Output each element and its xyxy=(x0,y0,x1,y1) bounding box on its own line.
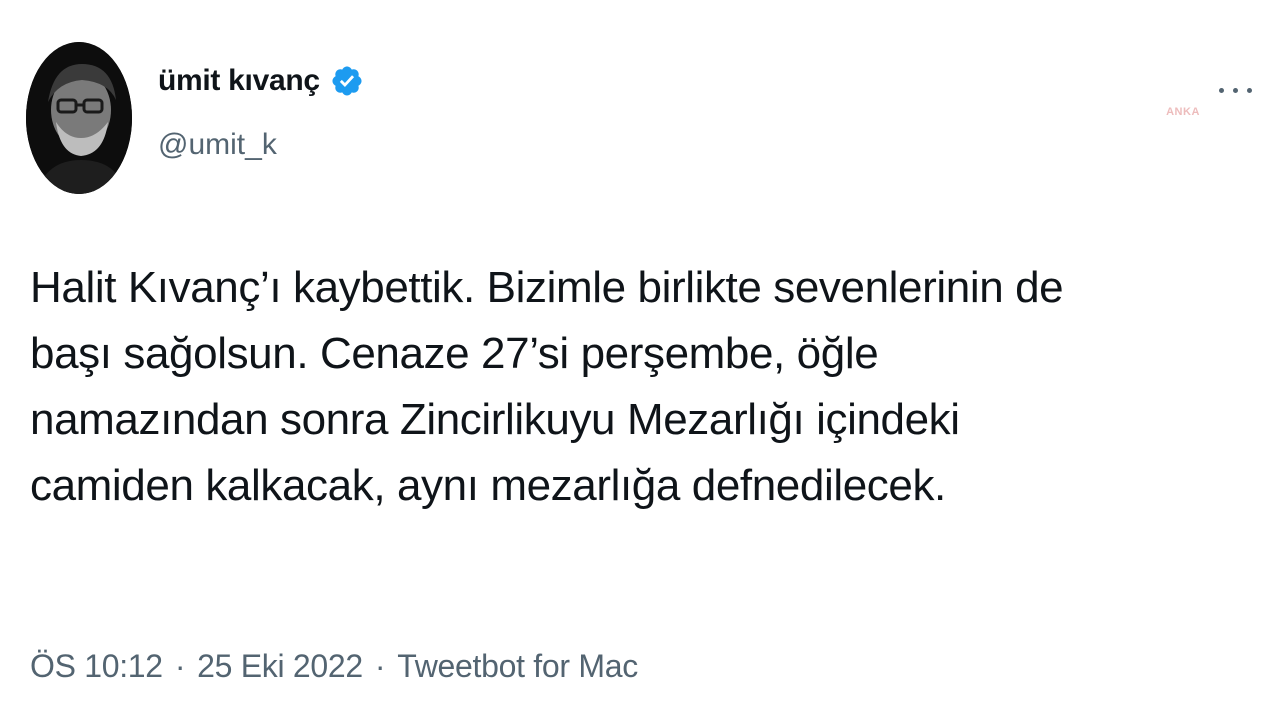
meta-separator: · xyxy=(174,648,186,684)
avatar[interactable] xyxy=(26,42,132,194)
more-dot xyxy=(1218,87,1224,93)
tweet-time[interactable]: ÖS 10:12 xyxy=(30,648,163,685)
meta-separator: · xyxy=(374,648,386,684)
more-dot xyxy=(1246,87,1252,93)
author-display-name[interactable]: ümit kıvanç xyxy=(158,64,320,98)
author-name-row: ümit kıvanç xyxy=(158,64,364,98)
tweet-text: Halit Kıvanç’ı kaybettik. Bizimle birlik… xyxy=(30,263,1064,510)
tweet-date[interactable]: 25 Eki 2022 xyxy=(197,648,363,685)
tweet-source[interactable]: Tweetbot for Mac xyxy=(397,648,638,685)
tweet-meta: ÖS 10:12 · 25 Eki 2022 · Tweetbot for Ma… xyxy=(30,648,638,685)
tweet-card: ümit kıvanç @umit_k ANKA Halit Kıvanç’ı … xyxy=(0,0,1280,720)
watermark-logo: ANKA xyxy=(1155,104,1211,122)
svg-text:ANKA: ANKA xyxy=(1166,106,1200,118)
more-options-icon[interactable] xyxy=(1205,82,1265,98)
verified-badge-icon xyxy=(330,64,364,98)
more-dot xyxy=(1232,87,1238,93)
avatar-image xyxy=(26,42,132,194)
author-handle[interactable]: @umit_k xyxy=(158,128,277,162)
